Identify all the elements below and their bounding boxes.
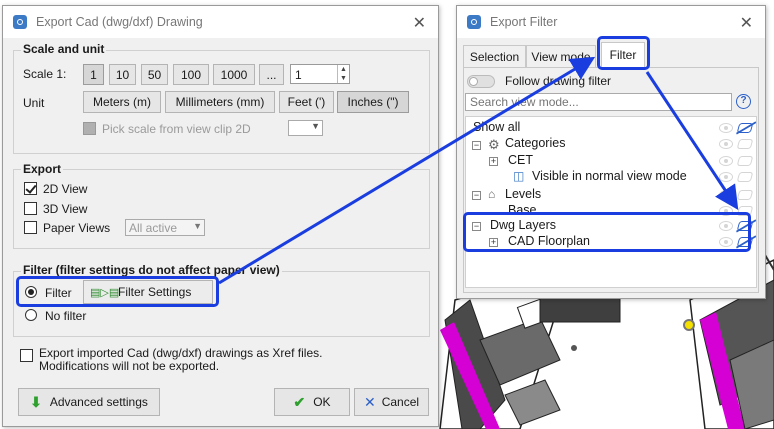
- arrow-to-dwg-layers: [645, 71, 739, 211]
- arrow-to-filter-tab: [218, 56, 596, 285]
- annotation-arrows: [218, 56, 739, 285]
